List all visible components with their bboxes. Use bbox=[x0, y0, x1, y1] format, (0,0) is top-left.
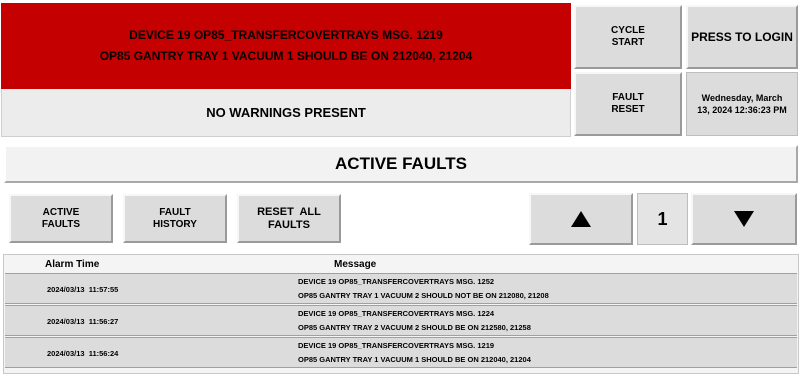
table-row[interactable]: 2024/03/13 11:57:55 DEVICE 19 OP85_TRANS… bbox=[5, 273, 797, 304]
fault-history-label-1: FAULT bbox=[159, 206, 191, 218]
row-message-line-2: OP85 GANTRY TRAY 2 VACUUM 2 SHOULD BE ON… bbox=[298, 323, 531, 332]
reset-all-faults-button[interactable]: RESET ALL FAULTS bbox=[237, 194, 341, 243]
active-faults-button[interactable]: ACTIVE FAULTS bbox=[9, 194, 113, 243]
warning-text: NO WARNINGS PRESENT bbox=[206, 105, 366, 120]
triangle-up-icon bbox=[571, 211, 591, 227]
warning-panel: NO WARNINGS PRESENT bbox=[1, 89, 571, 137]
page-number: 1 bbox=[657, 208, 668, 229]
row-alarm-time: 2024/03/13 11:56:27 bbox=[47, 317, 119, 326]
reset-all-label-2: FAULTS bbox=[268, 218, 310, 231]
fault-reset-label-2: RESET bbox=[611, 104, 645, 115]
clock-line-2: 13, 2024 12:36:23 PM bbox=[697, 105, 787, 115]
clock-line-1: Wednesday, March bbox=[701, 93, 783, 103]
cycle-start-button[interactable]: CYCLE START bbox=[574, 5, 682, 69]
column-header-message: Message bbox=[334, 259, 377, 270]
page-down-button[interactable] bbox=[691, 193, 797, 245]
row-alarm-time: 2024/03/13 11:57:55 bbox=[47, 285, 119, 294]
page-title: ACTIVE FAULTS bbox=[335, 154, 467, 173]
row-message-line-1: DEVICE 19 OP85_TRANSFERCOVERTRAYS MSG. 1… bbox=[298, 309, 495, 318]
active-alarm-banner: DEVICE 19 OP85_TRANSFERCOVERTRAYS MSG. 1… bbox=[1, 3, 571, 89]
row-message-line-1: DEVICE 19 OP85_TRANSFERCOVERTRAYS MSG. 1… bbox=[298, 277, 495, 286]
reset-all-label-1: RESET ALL bbox=[257, 205, 321, 218]
alarm-line-1: DEVICE 19 OP85_TRANSFERCOVERTRAYS MSG. 1… bbox=[129, 28, 443, 42]
triangle-down-icon bbox=[734, 211, 754, 227]
fault-history-label-2: HISTORY bbox=[153, 218, 197, 230]
faults-table: Alarm Time Message 2024/03/13 11:57:55 D… bbox=[3, 254, 799, 374]
column-header-alarm-time: Alarm Time bbox=[45, 259, 100, 270]
cycle-start-label-2: START bbox=[611, 37, 645, 48]
press-to-login-label: PRESS TO LOGIN bbox=[691, 30, 793, 44]
table-row[interactable]: 2024/03/13 11:56:24 DEVICE 19 OP85_TRANS… bbox=[5, 337, 797, 368]
table-header: Alarm Time Message bbox=[4, 255, 798, 274]
press-to-login-button[interactable]: PRESS TO LOGIN bbox=[686, 5, 798, 69]
row-alarm-time: 2024/03/13 11:56:24 bbox=[47, 349, 119, 358]
fault-history-button[interactable]: FAULT HISTORY bbox=[123, 194, 227, 243]
row-message-line-2: OP85 GANTRY TRAY 1 VACUUM 1 SHOULD BE ON… bbox=[298, 355, 531, 364]
fault-reset-label-1: FAULT bbox=[612, 92, 644, 103]
alarm-line-2: OP85 GANTRY TRAY 1 VACUUM 1 SHOULD BE ON… bbox=[99, 49, 473, 63]
page-up-button[interactable] bbox=[529, 193, 633, 245]
fault-reset-button[interactable]: FAULT RESET bbox=[574, 72, 682, 136]
date-time-display: Wednesday, March 13, 2024 12:36:23 PM bbox=[686, 72, 798, 136]
table-row[interactable]: 2024/03/13 11:56:27 DEVICE 19 OP85_TRANS… bbox=[5, 305, 797, 336]
page-number-display: 1 bbox=[637, 193, 688, 245]
page-title-bar: ACTIVE FAULTS bbox=[4, 145, 798, 183]
cycle-start-label-1: CYCLE bbox=[611, 25, 645, 36]
active-faults-label-1: ACTIVE bbox=[42, 206, 80, 218]
row-message-line-1: DEVICE 19 OP85_TRANSFERCOVERTRAYS MSG. 1… bbox=[298, 341, 495, 350]
row-message-line-2: OP85 GANTRY TRAY 1 VACUUM 2 SHOULD NOT B… bbox=[298, 291, 549, 300]
active-faults-label-2: FAULTS bbox=[41, 218, 81, 230]
